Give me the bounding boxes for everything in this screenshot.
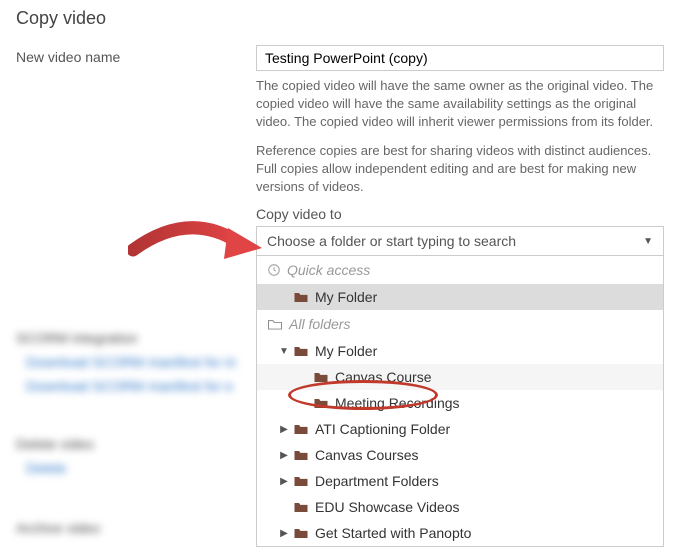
quick-access-header: Quick access [257,256,663,284]
folder-ati-captioning[interactable]: ▶ ATI Captioning Folder [257,416,663,442]
folder-outline-icon [267,318,283,331]
archive-section-blurred: Archive video [16,520,100,544]
folder-department-folders[interactable]: ▶ Department Folders [257,468,663,494]
folder-my-folder[interactable]: ▼ My Folder [257,338,663,364]
folder-icon [293,475,309,488]
caret-right-icon[interactable]: ▶ [277,528,291,539]
folder-icon [313,371,329,384]
folder-icon [293,449,309,462]
folder-canvas-courses[interactable]: ▶ Canvas Courses [257,442,663,468]
folder-icon [293,501,309,514]
folder-icon [293,527,309,540]
folder-dropdown-placeholder: Choose a folder or start typing to searc… [267,233,516,249]
folder-list: Quick access My Folder All folders ▼ My … [256,256,664,547]
all-folders-header: All folders [257,310,663,338]
folder-get-started[interactable]: ▶ Get Started with Panopto [257,520,663,546]
caret-right-icon[interactable]: ▶ [277,424,291,435]
caret-right-icon[interactable]: ▶ [277,476,291,487]
folder-icon [293,423,309,436]
folder-my-folder-quick[interactable]: My Folder [257,284,663,310]
new-name-label: New video name [16,45,256,65]
copy-to-label: Copy video to [256,206,664,222]
caret-down-icon[interactable]: ▼ [277,346,291,357]
new-video-name-input[interactable] [256,45,664,71]
chevron-down-icon: ▼ [643,236,653,247]
caret-right-icon[interactable]: ▶ [277,450,291,461]
delete-section-blurred: Delete video Delete [16,436,94,484]
clock-icon [267,263,281,277]
folder-canvas-course[interactable]: Canvas Course [257,364,663,390]
folder-dropdown[interactable]: Choose a folder or start typing to searc… [256,226,664,256]
copy-info-text: The copied video will have the same owne… [256,77,664,196]
scorm-section-blurred: SCORM integration Download SCORM manifes… [16,330,236,402]
page-title: Copy video [16,8,664,29]
folder-icon [313,397,329,410]
folder-icon [293,345,309,358]
folder-edu-showcase[interactable]: EDU Showcase Videos [257,494,663,520]
folder-icon [293,291,309,304]
folder-meeting-recordings[interactable]: Meeting Recordings [257,390,663,416]
